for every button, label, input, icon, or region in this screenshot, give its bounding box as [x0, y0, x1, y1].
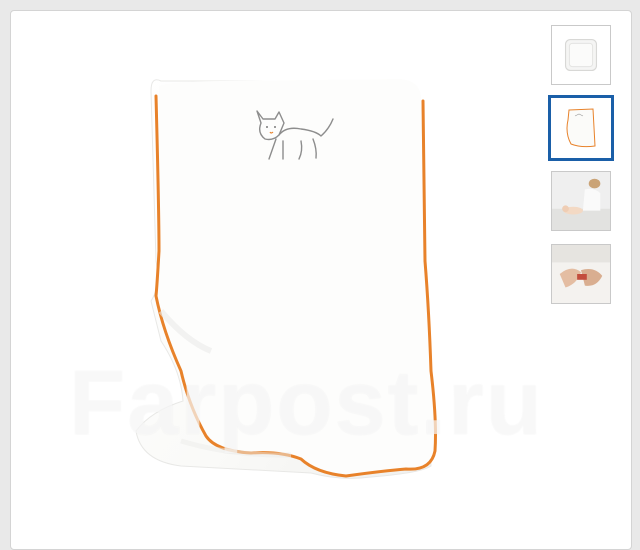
pad-cover-thumbnail: [551, 98, 611, 158]
product-gallery: Farpost.ru: [10, 10, 632, 550]
hands-detail-photo-thumbnail: [552, 245, 610, 303]
thumbnail-strip: [548, 25, 617, 317]
mother-baby-photo-thumbnail: [552, 172, 610, 230]
thumbnail-hands-detail[interactable]: [551, 244, 611, 304]
changing-pad-thumbnail: [552, 26, 610, 84]
thumbnail-pad-cover[interactable]: [548, 95, 614, 161]
main-product-image[interactable]: Farpost.ru: [11, 11, 546, 541]
thumbnail-mother-baby[interactable]: [551, 171, 611, 231]
thumbnail-changing-pad[interactable]: [551, 25, 611, 85]
